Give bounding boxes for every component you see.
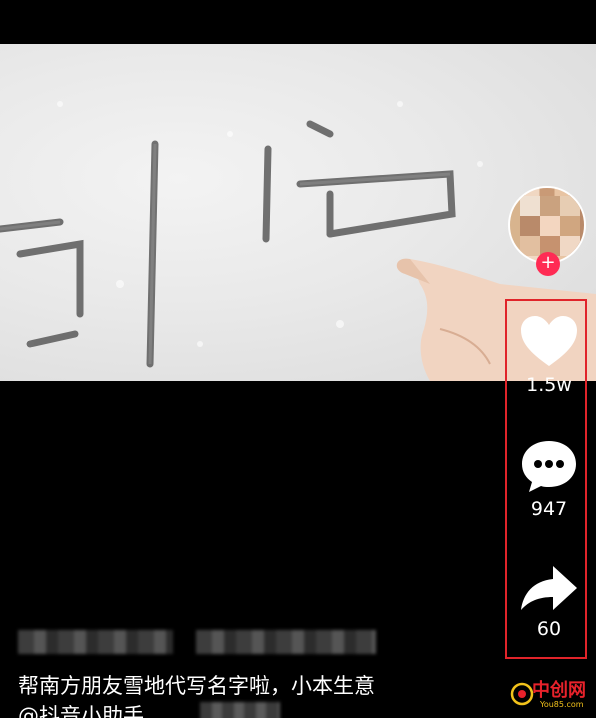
like-count: 1.5w: [526, 374, 572, 396]
share-button[interactable]: 60: [505, 564, 593, 640]
like-button[interactable]: 1.5w: [505, 314, 593, 396]
video-feed-screen: + 1.5w 947 60 帮南方朋友雪地代写名字啦，小本生意 @抖音小助手 中…: [0, 0, 596, 718]
blurred-nickname: [18, 630, 173, 654]
follow-button[interactable]: +: [536, 252, 560, 276]
watermark-logo-icon: [510, 682, 534, 706]
site-watermark: 中创网 You85.com: [510, 674, 596, 718]
watermark-domain: You85.com: [540, 700, 584, 709]
share-arrow-icon: [521, 566, 577, 610]
share-count: 60: [536, 618, 562, 640]
watermark-brand: 中创网: [532, 680, 586, 701]
video-caption: 帮南方朋友雪地代写名字啦，小本生意: [18, 674, 375, 698]
blurred-nickname-extra: [196, 630, 376, 654]
caption-mention[interactable]: @抖音小助手: [18, 700, 144, 718]
plus-icon: +: [540, 252, 556, 273]
comment-count: 947: [530, 498, 568, 520]
heart-icon: [521, 316, 577, 366]
comment-bubble-icon: [522, 441, 576, 492]
comment-button[interactable]: 947: [505, 438, 593, 520]
blurred-mention-tail: [200, 702, 280, 718]
